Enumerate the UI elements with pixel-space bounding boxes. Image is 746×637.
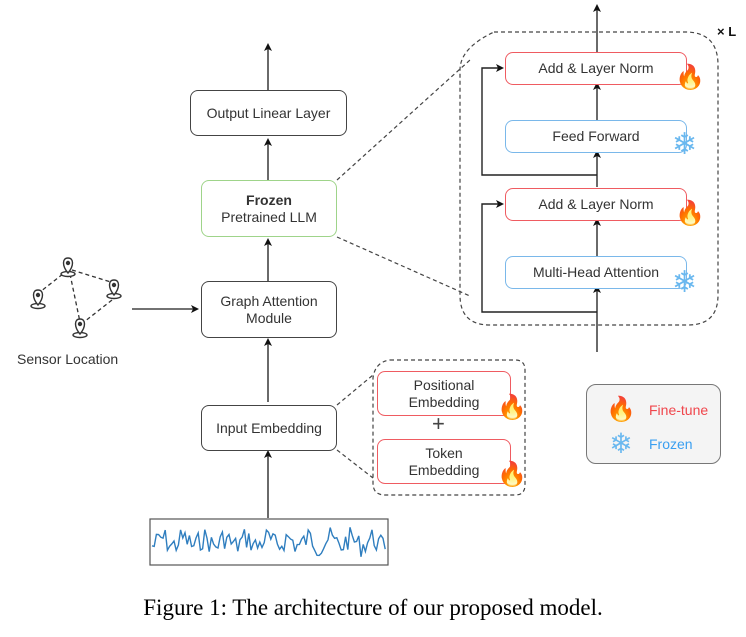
snowflake-icon: ❄ bbox=[609, 428, 633, 459]
legend-fine-tune-label: Fine-tune bbox=[649, 401, 709, 418]
legend-item-fine-tune: 🔥 Fine-tune bbox=[601, 395, 708, 424]
llm-frozen-label: Frozen bbox=[246, 191, 292, 208]
output-linear-label: Output Linear Layer bbox=[206, 104, 331, 121]
map-pin-icon bbox=[106, 279, 122, 300]
graph-attention-line1: Graph Attention bbox=[220, 292, 318, 309]
multi-head-attention: Multi-Head Attention bbox=[505, 256, 687, 289]
map-pin-icon bbox=[60, 257, 76, 278]
legend-frozen-label: Frozen bbox=[649, 435, 693, 452]
token-line2: Embedding bbox=[408, 461, 480, 478]
positional-embedding: Positional Embedding bbox=[377, 371, 511, 416]
zoom-connector-llm-bottom bbox=[336, 236, 471, 297]
map-pin-icon bbox=[72, 318, 88, 339]
output-linear-layer: Output Linear Layer bbox=[190, 90, 347, 136]
fire-icon: 🔥 bbox=[497, 461, 527, 488]
add-norm-top-label: Add & Layer Norm bbox=[538, 60, 654, 77]
add-layer-norm-top: Add & Layer Norm bbox=[505, 52, 687, 85]
graph-attention-module: Graph Attention Module bbox=[201, 281, 337, 338]
input-embedding-label: Input Embedding bbox=[216, 419, 322, 436]
map-pin-icon bbox=[30, 289, 46, 310]
diagram-canvas bbox=[30, 4, 719, 566]
positional-line2: Embedding bbox=[408, 393, 480, 410]
zoom-connector-llm-top bbox=[336, 59, 471, 181]
figure-caption: Figure 1: The architecture of our propos… bbox=[143, 595, 603, 620]
positional-line1: Positional bbox=[413, 376, 475, 393]
zoom-connector-input-bottom bbox=[336, 449, 374, 479]
sensor-location-label: Sensor Location bbox=[17, 351, 119, 367]
map-pin-icon bbox=[30, 257, 122, 339]
token-embedding: Token Embedding bbox=[377, 439, 511, 484]
legend: 🔥 Fine-tune ❄ Frozen bbox=[586, 384, 721, 464]
add-norm-bottom-label: Add & Layer Norm bbox=[538, 196, 654, 213]
fire-icon: 🔥 bbox=[497, 394, 527, 421]
fire-icon: 🔥 bbox=[675, 64, 705, 91]
mha-label: Multi-Head Attention bbox=[532, 264, 660, 281]
token-line1: Token bbox=[425, 444, 463, 461]
llm-label: Pretrained LLM bbox=[221, 208, 317, 225]
pretrained-llm: Frozen Pretrained LLM bbox=[201, 180, 337, 237]
graph-attention-line2: Module bbox=[246, 309, 292, 326]
sensor-graph-edges bbox=[39, 269, 115, 323]
repeat-l-label: × L bbox=[717, 24, 737, 39]
fire-icon: 🔥 bbox=[675, 200, 705, 227]
feed-forward-label: Feed Forward bbox=[552, 128, 640, 145]
add-layer-norm-bottom: Add & Layer Norm bbox=[505, 188, 687, 221]
feed-forward: Feed Forward bbox=[505, 120, 687, 153]
snowflake-icon: ❄ bbox=[672, 266, 698, 299]
time-series-frame bbox=[149, 518, 389, 566]
fire-icon: 🔥 bbox=[606, 396, 636, 423]
snowflake-icon: ❄ bbox=[672, 128, 698, 161]
zoom-connector-input-top bbox=[336, 374, 374, 406]
input-embedding: Input Embedding bbox=[201, 405, 337, 451]
legend-item-frozen: ❄ Frozen bbox=[601, 427, 693, 460]
plus-icon: + bbox=[432, 411, 445, 436]
